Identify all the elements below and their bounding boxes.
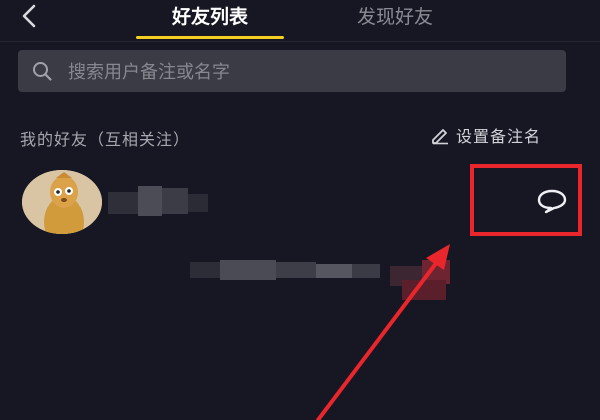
tab-discover-friends[interactable]: 发现好友 xyxy=(325,0,465,38)
friend-list-item[interactable] xyxy=(0,164,600,242)
search-icon xyxy=(33,62,52,81)
set-remark-label: 设置备注名 xyxy=(456,127,542,146)
pencil-icon xyxy=(432,129,448,145)
avatar-illustration xyxy=(22,170,102,234)
set-remark-button[interactable]: 设置备注名 xyxy=(430,123,541,147)
header-divider xyxy=(0,41,600,42)
search-bar[interactable] xyxy=(18,50,566,94)
avatar[interactable] xyxy=(22,170,102,234)
top-tab-bar: 好友列表 发现好友 xyxy=(0,0,600,42)
chat-button-highlight[interactable] xyxy=(470,164,582,236)
tab-friend-list[interactable]: 好友列表 xyxy=(150,0,270,38)
search-input[interactable] xyxy=(66,50,550,94)
active-tab-indicator xyxy=(136,36,284,39)
blurred-content xyxy=(190,250,460,306)
chevron-left-icon xyxy=(22,4,36,28)
blurred-friend-name xyxy=(108,186,210,216)
section-title: 我的好友（互相关注） xyxy=(20,130,191,149)
back-button[interactable] xyxy=(14,2,48,36)
chat-bubble-icon xyxy=(537,189,567,214)
